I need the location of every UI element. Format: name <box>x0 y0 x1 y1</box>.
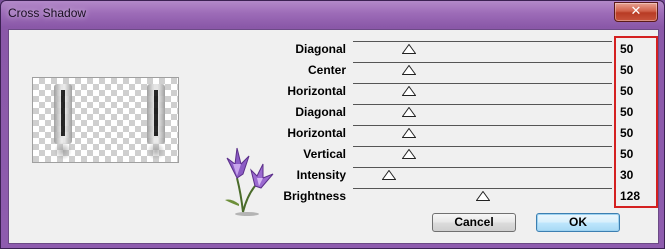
slider-track[interactable] <box>353 41 612 42</box>
slider-row: Brightness 128 <box>9 186 658 207</box>
slider-row: Center 50 <box>9 60 658 81</box>
slider-track[interactable] <box>353 83 612 84</box>
close-button[interactable]: ✕ <box>614 2 658 22</box>
ok-button[interactable]: OK <box>536 213 620 232</box>
slider-track[interactable] <box>353 125 612 126</box>
close-icon: ✕ <box>630 4 642 19</box>
slider-row: Diagonal 50 <box>9 39 658 60</box>
slider-track[interactable] <box>353 104 612 105</box>
title-bar[interactable]: Cross Shadow ✕ <box>1 1 664 27</box>
window-title: Cross Shadow <box>8 6 87 20</box>
dialog-body: Diagonal 50 Center 50 Horizontal 50 Diagonal 50… <box>8 29 659 244</box>
dialog-window: Cross Shadow ✕ Diagonal 50 Center 50 Hor… <box>0 0 665 249</box>
slider-thumb-icon[interactable] <box>402 128 416 138</box>
slider-thumb-icon[interactable] <box>475 191 490 201</box>
slider-row: Horizontal 50 <box>9 123 658 144</box>
slider-thumb-icon[interactable] <box>402 65 416 75</box>
values-highlight-box <box>614 36 658 208</box>
slider-thumb-icon[interactable] <box>402 149 416 159</box>
slider-label: Diagonal <box>295 105 346 119</box>
slider-track[interactable] <box>353 167 612 168</box>
slider-label: Intensity <box>296 168 346 182</box>
slider-label: Horizontal <box>287 126 346 140</box>
slider-label: Vertical <box>303 147 346 161</box>
cancel-button[interactable]: Cancel <box>432 213 516 232</box>
slider-thumb-icon[interactable] <box>402 107 416 117</box>
slider-track[interactable] <box>353 188 612 189</box>
slider-label: Horizontal <box>287 84 346 98</box>
slider-label: Center <box>307 63 346 77</box>
slider-label: Brightness <box>283 189 346 203</box>
slider-row: Horizontal 50 <box>9 81 658 102</box>
slider-row: Intensity 30 <box>9 165 658 186</box>
slider-thumb-icon[interactable] <box>402 86 416 96</box>
slider-thumb-icon[interactable] <box>382 170 397 180</box>
slider-track[interactable] <box>353 62 612 63</box>
slider-row: Diagonal 50 <box>9 102 658 123</box>
slider-thumb-icon[interactable] <box>402 44 416 54</box>
slider-track[interactable] <box>353 146 612 147</box>
slider-row: Vertical 50 <box>9 144 658 165</box>
slider-label: Diagonal <box>295 42 346 56</box>
